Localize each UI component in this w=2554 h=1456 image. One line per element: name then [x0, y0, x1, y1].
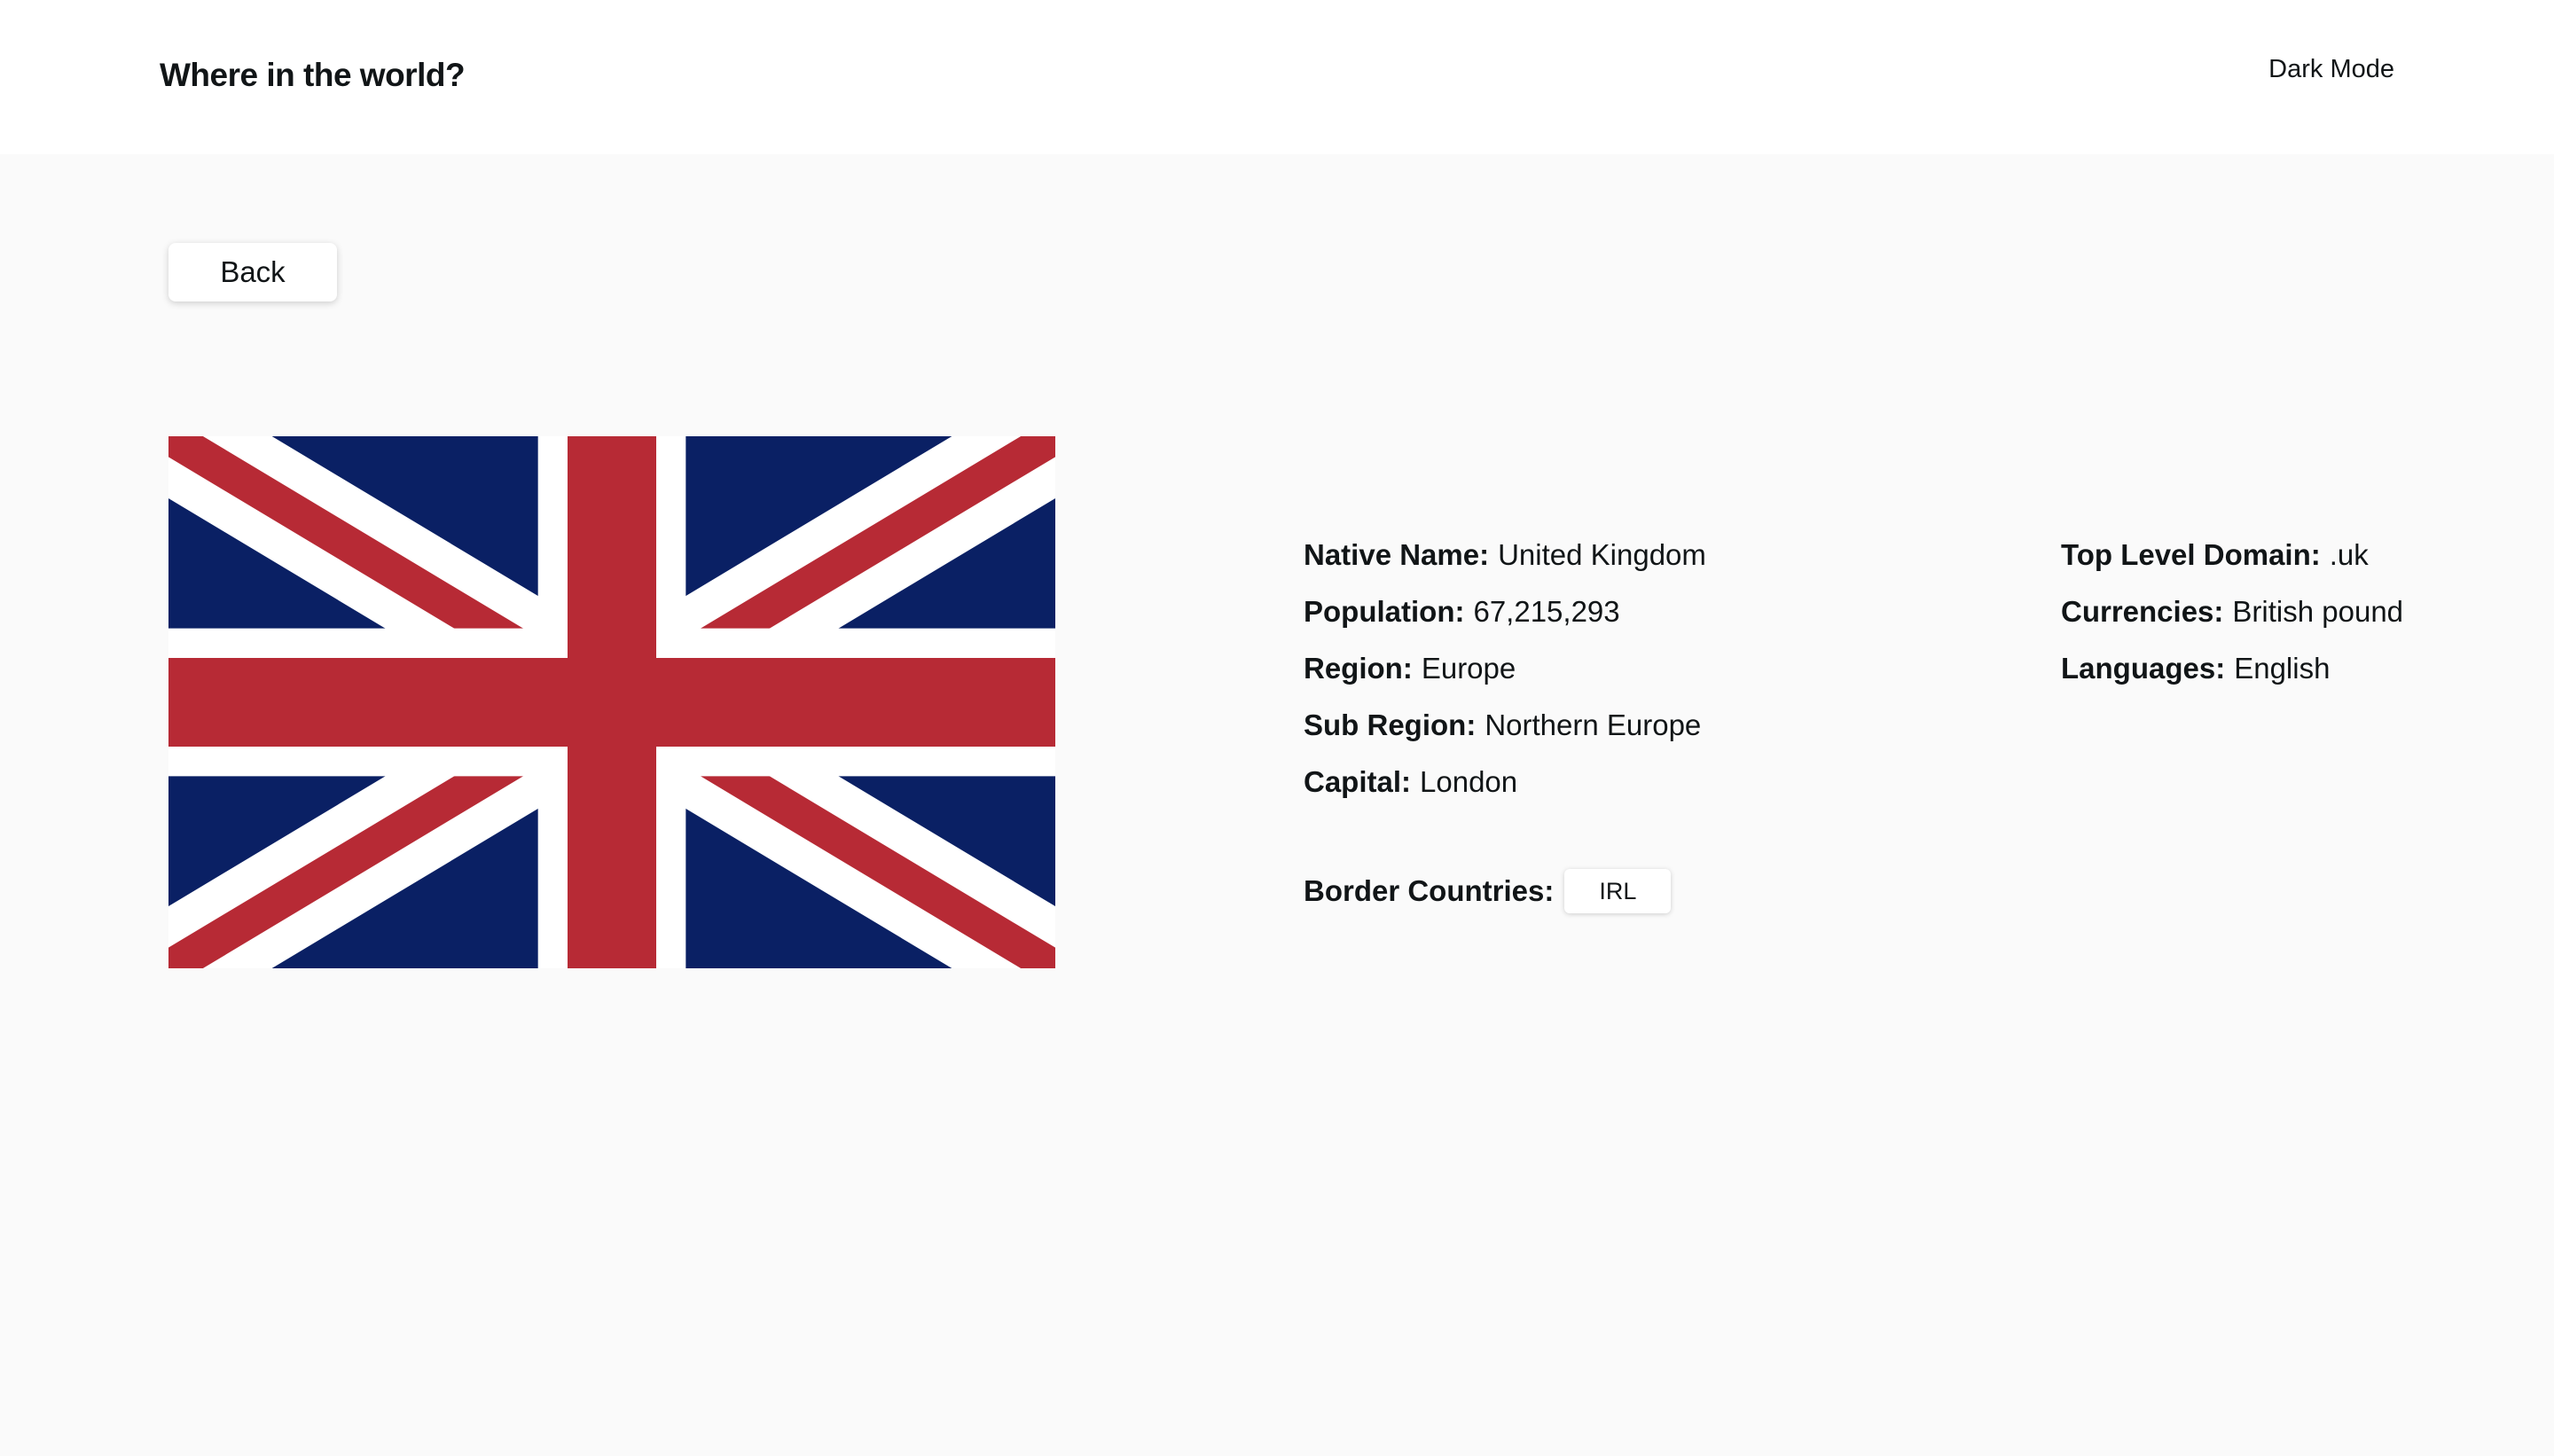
- country-flag: [168, 436, 1055, 968]
- languages-value: English: [2234, 652, 2331, 685]
- population-label: Population:: [1304, 595, 1465, 628]
- languages-label: Languages:: [2061, 652, 2226, 685]
- currencies-label: Currencies:: [2061, 595, 2224, 628]
- currencies-row: Currencies: British pound: [2061, 583, 2403, 640]
- sub-region-row: Sub Region: Northern Europe: [1304, 697, 1706, 754]
- native-name-label: Native Name:: [1304, 538, 1490, 571]
- back-button[interactable]: Back: [168, 243, 337, 301]
- top-level-domain-label: Top Level Domain:: [2061, 538, 2321, 571]
- border-countries: Border Countries: IRL: [1304, 869, 1672, 913]
- sub-region-value: Northern Europe: [1485, 708, 1702, 741]
- app-header: Where in the world? Dark Mode: [0, 0, 2554, 154]
- dark-mode-toggle[interactable]: Dark Mode: [2268, 55, 2394, 84]
- top-level-domain-value: .uk: [2329, 538, 2369, 571]
- country-info-secondary: Top Level Domain: .uk Currencies: British …: [2061, 527, 2403, 697]
- region-row: Region: Europe: [1304, 640, 1706, 697]
- native-name-row: Native Name: United Kingdom: [1304, 527, 1706, 583]
- capital-row: Capital: London: [1304, 754, 1706, 810]
- population-value: 67,215,293: [1473, 595, 1620, 628]
- capital-label: Capital:: [1304, 765, 1412, 798]
- region-label: Region:: [1304, 652, 1413, 685]
- languages-row: Languages: English: [2061, 640, 2403, 697]
- app-title: Where in the world?: [160, 57, 466, 93]
- border-countries-label: Border Countries:: [1304, 874, 1555, 907]
- region-value: Europe: [1421, 652, 1516, 685]
- top-level-domain-row: Top Level Domain: .uk: [2061, 527, 2403, 583]
- union-jack-flag-icon: [168, 436, 1055, 968]
- capital-value: London: [1420, 765, 1518, 798]
- border-country-chip[interactable]: IRL: [1564, 869, 1672, 913]
- currencies-value: British pound: [2232, 595, 2404, 628]
- population-row: Population: 67,215,293: [1304, 583, 1706, 640]
- country-info-primary: Native Name: United Kingdom Population: 67…: [1304, 527, 1706, 810]
- sub-region-label: Sub Region:: [1304, 708, 1477, 741]
- native-name-value: United Kingdom: [1498, 538, 1706, 571]
